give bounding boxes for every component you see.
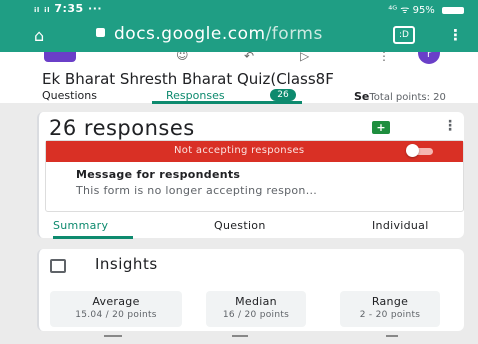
stat-label: Average	[92, 295, 140, 308]
tab-settings-label: Se	[354, 90, 370, 103]
tab-switcher-button[interactable]: :D	[393, 26, 415, 44]
response-view-tabs: Summary Question Individual	[39, 214, 464, 239]
responses-count-badge: 26	[270, 89, 296, 101]
tab-question[interactable]: Question	[214, 219, 266, 232]
accepting-status-label: Not accepting responses	[174, 145, 305, 156]
tab-summary[interactable]: Summary	[53, 219, 108, 232]
back-button[interactable]	[386, 335, 398, 337]
message-label: Message for respondents	[76, 168, 241, 181]
tab-questions[interactable]: Questions	[42, 89, 97, 102]
more-icon[interactable]: ⋮	[378, 52, 390, 63]
stat-median: Median 16 / 20 points	[206, 291, 306, 327]
insights-heading: Insights	[95, 255, 158, 273]
avatar[interactable]: r	[418, 52, 440, 64]
home-icon[interactable]: ⌂	[34, 26, 44, 45]
url-domain: docs.google.com	[114, 24, 266, 44]
browser-menu-icon[interactable]: ⋮	[448, 26, 463, 44]
responses-card: 26 responses + ⋮ Not accepting responses…	[37, 112, 464, 239]
active-tab-indicator	[152, 101, 302, 104]
undo-icon[interactable]: ↶	[244, 52, 254, 63]
status-right: ⁴ᴳ ᯤ 95%	[388, 2, 464, 16]
status-dots: ···	[88, 2, 103, 15]
form-title: Ek Bharat Shresth Bharat Quiz(Class8F	[42, 70, 334, 88]
responses-heading: 26 responses	[49, 116, 195, 140]
more-options-icon[interactable]: ⋮	[443, 118, 457, 134]
active-subtab-indicator	[53, 236, 133, 239]
palette-icon[interactable]: ☺	[176, 52, 189, 62]
tab-settings[interactable]: SeTotal points: 20	[354, 90, 446, 103]
total-points-label: Total points: 20	[369, 92, 446, 103]
address-bar[interactable]: docs.google.com/forms	[114, 24, 323, 44]
sheets-icon[interactable]: +	[372, 121, 390, 134]
home-button[interactable]	[232, 335, 248, 337]
toggle-knob[interactable]	[406, 144, 419, 157]
stat-value: 16 / 20 points	[222, 310, 290, 320]
browser-toolbar: ⌂ docs.google.com/forms :D ⋮	[0, 18, 478, 52]
stat-label: Median	[235, 295, 277, 308]
status-left: ᵢₗ ᵢₗ 7:35 ···	[34, 2, 102, 15]
stat-average: Average 15.04 / 20 points	[50, 291, 182, 327]
tab-individual[interactable]: Individual	[372, 219, 429, 232]
insights-card: Insights Average 15.04 / 20 points Media…	[37, 249, 464, 331]
recents-button[interactable]	[104, 335, 122, 337]
stat-label: Range	[371, 295, 409, 308]
stat-value: 15.04 / 20 points	[75, 310, 157, 320]
form-toolbar: ☺ ↶ ▷ ⋮ r	[0, 52, 478, 65]
form-tabs: Questions Responses 26 SeTotal points: 2…	[0, 87, 478, 104]
not-accepting-banner: Not accepting responses Message for resp…	[45, 140, 464, 212]
url-path: /forms	[265, 24, 323, 44]
stat-range: Range 2 - 20 points	[340, 291, 440, 327]
forms-list-icon[interactable]	[44, 52, 76, 62]
lock-icon	[96, 28, 105, 37]
stat-value: 2 - 20 points	[359, 310, 421, 320]
signal-indicator: ᵢₗ ᵢₗ	[34, 2, 50, 15]
system-nav-bar	[0, 333, 478, 344]
message-input[interactable]: This form is no longer accepting respon.…	[76, 184, 317, 197]
status-bar: ᵢₗ ᵢₗ 7:35 ··· ⁴ᴳ ᯤ 95%	[0, 0, 478, 18]
insights-icon	[50, 259, 66, 273]
send-icon[interactable]: ▷	[300, 52, 309, 63]
clock: 7:35	[54, 2, 84, 15]
battery-icon	[442, 6, 464, 14]
network-battery-text: ⁴ᴳ ᯤ 95%	[388, 5, 435, 16]
